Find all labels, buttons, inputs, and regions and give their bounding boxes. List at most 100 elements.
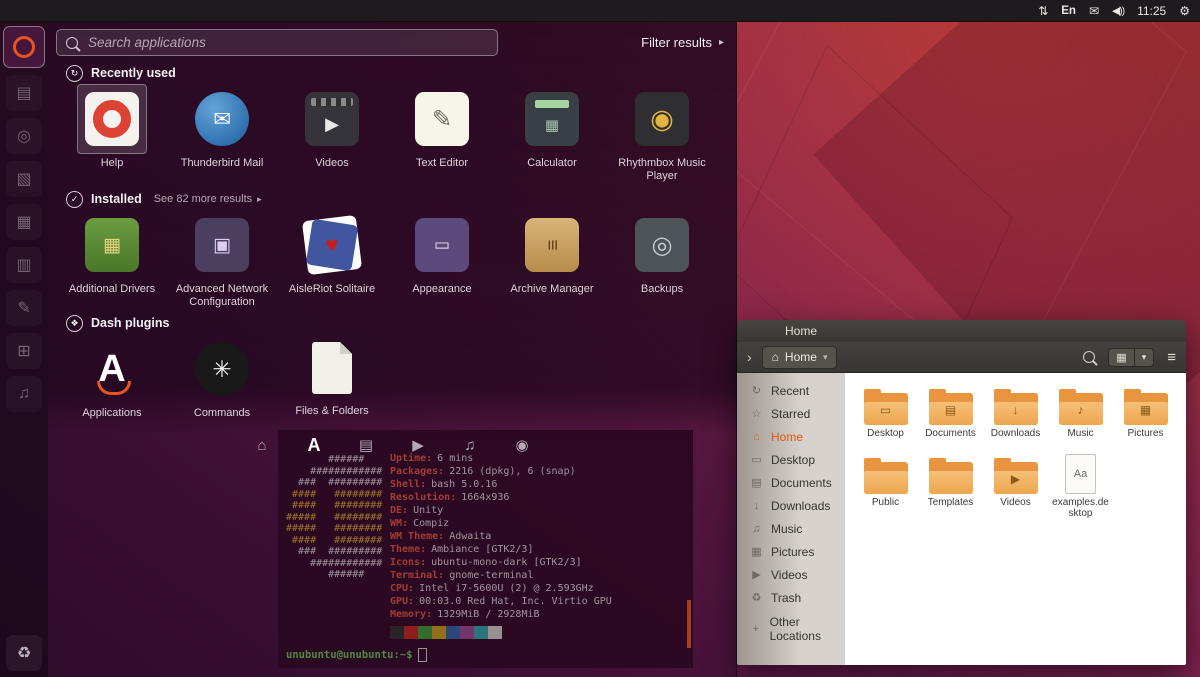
launcher-app-icon: ▦: [6, 204, 42, 240]
app-label: Thunderbird Mail: [180, 157, 264, 169]
folder-icon: [928, 457, 973, 494]
lens-icon[interactable]: ▶: [405, 433, 431, 457]
network-icon[interactable]: ⇅: [1038, 0, 1048, 22]
top-panel: ⇅ En ✉ ◀)) 11:25 ⚙: [0, 0, 1200, 22]
lens-icon[interactable]: ▤: [353, 433, 379, 457]
sidebar-item-label: Recent: [771, 383, 810, 398]
file-item-label: Documents: [925, 428, 976, 439]
sidebar-item-icon: +: [752, 622, 759, 635]
sidebar-item-icon: ▶: [752, 569, 761, 581]
app-tile[interactable]: ◎ Backups: [614, 210, 710, 309]
emblem-icon: Aa: [1073, 467, 1088, 480]
launcher-item[interactable]: ▥: [6, 247, 42, 283]
sidebar-item[interactable]: ▭ Desktop: [737, 448, 845, 471]
launcher-app-icon: ✎: [6, 290, 42, 326]
launcher-item[interactable]: [3, 26, 45, 68]
filter-results-button[interactable]: Filter results ▸: [641, 35, 724, 50]
app-tile[interactable]: ◉ Rhythmbox Music Player: [614, 84, 710, 183]
app-tile[interactable]: ▦ Calculator: [504, 84, 600, 183]
mail-icon[interactable]: ✉: [1089, 0, 1099, 22]
search-bar[interactable]: [56, 29, 498, 56]
app-tile[interactable]: ▣ Advanced Network Configuration: [174, 210, 270, 309]
sidebar-item[interactable]: ▶ Videos: [737, 563, 845, 586]
file-item[interactable]: ▭ Desktop: [855, 385, 916, 440]
file-item[interactable]: Templates: [920, 454, 981, 520]
app-label: AisleRiot Solitaire: [288, 283, 376, 295]
chevron-down-icon: ▾: [822, 351, 828, 362]
files-sidebar: ↻ Recent ☆ Starred ⌂ Home ▭ Desktop ▤ Do…: [737, 373, 845, 665]
lens-icon[interactable]: ◉: [509, 433, 535, 457]
trash-icon: ♻: [6, 635, 42, 671]
emblem-icon: ♪: [1077, 403, 1084, 417]
app-tile[interactable]: ≡ Archive Manager: [504, 210, 600, 309]
trash-launcher-item[interactable]: ♻: [0, 635, 48, 671]
app-label: Backups: [640, 283, 684, 295]
files-grid: ▭ Desktop ▤ Documents ↓ Downloads ♪ Musi…: [845, 373, 1186, 665]
folder-icon: ▦: [1123, 389, 1168, 425]
view-options-caret-icon[interactable]: ▾: [1133, 348, 1154, 366]
nav-chevron-icon[interactable]: ›: [747, 349, 752, 365]
sidebar-item[interactable]: ♫ Music: [737, 517, 845, 540]
see-more-results-link[interactable]: See 82 more results: [154, 193, 252, 205]
file-item[interactable]: ♪ Music: [1050, 385, 1111, 440]
launcher-item[interactable]: ✎: [6, 290, 42, 326]
app-icon: ≡: [525, 218, 579, 272]
launcher-item[interactable]: ♫: [6, 376, 42, 412]
app-tile[interactable]: Files & Folders: [284, 334, 380, 420]
keyboard-indicator[interactable]: En: [1061, 0, 1076, 22]
file-item[interactable]: ▤ Documents: [920, 385, 981, 440]
app-label: Calculator: [527, 157, 577, 169]
hamburger-menu-icon[interactable]: ≡: [1167, 349, 1176, 366]
file-item[interactable]: Public: [855, 454, 916, 520]
grid-view-icon[interactable]: ▦: [1109, 349, 1133, 366]
app-label: Help: [100, 157, 124, 169]
sidebar-item[interactable]: + Other Locations: [737, 615, 845, 643]
sidebar-item[interactable]: ↓ Downloads: [737, 494, 845, 517]
sidebar-item[interactable]: ☆ Starred: [737, 402, 845, 425]
launcher-item[interactable]: ◎: [6, 118, 42, 154]
emblem-icon: ▤: [944, 403, 957, 417]
file-item[interactable]: Aa examples.desktop: [1050, 453, 1111, 520]
app-tile[interactable]: ✳ Commands: [174, 334, 270, 420]
app-tile[interactable]: Help: [64, 84, 160, 183]
sidebar-item[interactable]: ▤ Documents: [737, 471, 845, 494]
launcher-item[interactable]: ▤: [6, 75, 42, 111]
app-label: Rhythmbox Music Player: [618, 157, 706, 182]
lens-icon[interactable]: ♫: [457, 433, 483, 457]
launcher-item[interactable]: ▧: [6, 161, 42, 197]
sidebar-item[interactable]: ♻ Trash: [737, 586, 845, 609]
file-item[interactable]: ▶ Videos: [985, 454, 1046, 520]
clock[interactable]: 11:25: [1137, 0, 1166, 22]
app-label: Videos: [315, 157, 349, 169]
session-gear-icon[interactable]: ⚙: [1179, 0, 1190, 22]
view-toggle[interactable]: ▦ ▾: [1108, 347, 1155, 367]
search-icon[interactable]: [1083, 351, 1096, 363]
launcher-app-icon: [3, 26, 45, 68]
lens-icon[interactable]: A: [301, 433, 327, 457]
lens-icon[interactable]: ⌂: [249, 433, 275, 457]
app-tile[interactable]: ✉ Thunderbird Mail: [174, 84, 270, 183]
path-bar-button[interactable]: ⌂ Home ▾: [761, 345, 838, 369]
volume-icon[interactable]: ◀)): [1112, 0, 1125, 22]
file-item[interactable]: ▦ Pictures: [1115, 385, 1176, 440]
search-input[interactable]: [86, 34, 488, 51]
file-item[interactable]: ↓ Downloads: [985, 385, 1046, 440]
app-tile[interactable]: ▶ Videos: [284, 84, 380, 183]
sidebar-item-icon: ▭: [751, 454, 762, 466]
dash-plugins-apps: A Applications ✳ Commands Files & Folder…: [64, 334, 394, 420]
launcher-item[interactable]: ▦: [6, 204, 42, 240]
app-tile[interactable]: ✎ Text Editor: [394, 84, 490, 183]
section-dash-plugins: ❖ Dash plugins: [66, 314, 169, 332]
sidebar-item[interactable]: ↻ Recent: [737, 379, 845, 402]
app-tile[interactable]: ♥ AisleRiot Solitaire: [284, 210, 380, 309]
emblem-icon: ▶: [1010, 471, 1021, 486]
sidebar-item[interactable]: ⌂ Home: [737, 425, 845, 448]
app-icon: ◎: [635, 218, 689, 272]
sidebar-item-label: Starred: [771, 406, 811, 421]
sidebar-item[interactable]: ▦ Pictures: [737, 540, 845, 563]
launcher-item[interactable]: ⊞: [6, 333, 42, 369]
app-tile[interactable]: ▦ Additional Drivers: [64, 210, 160, 309]
app-tile[interactable]: ▭ Appearance: [394, 210, 490, 309]
app-tile[interactable]: A Applications: [64, 334, 160, 420]
window-titlebar[interactable]: Home: [737, 320, 1186, 342]
